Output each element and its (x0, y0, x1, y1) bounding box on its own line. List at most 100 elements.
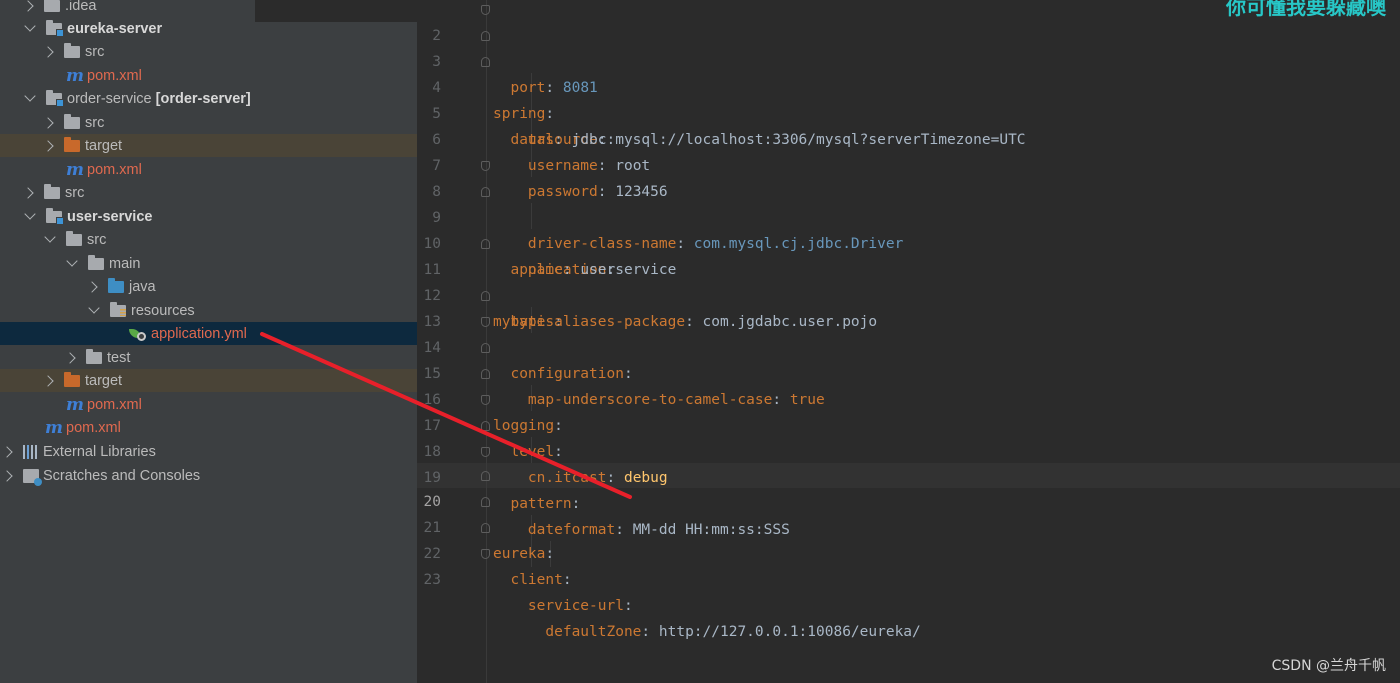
fold-marker-icon[interactable] (481, 523, 490, 533)
tree-item-order-service[interactable]: order-service [order-server] (0, 87, 417, 110)
chevron-down-icon[interactable] (66, 254, 78, 267)
folder-icon (88, 255, 104, 270)
chevron-down-icon[interactable] (24, 207, 36, 220)
tree-item-label: External Libraries (43, 443, 156, 460)
code-text: service-url: (493, 593, 633, 619)
excluded-folder-icon (64, 372, 80, 387)
chevron-right-icon[interactable] (42, 374, 54, 387)
fold-marker-icon[interactable] (481, 471, 490, 481)
code-line[interactable]: 11 mybatis: (417, 231, 1400, 330)
tree-item-src[interactable]: src (0, 228, 417, 251)
chevron-down-icon[interactable] (24, 89, 36, 102)
tree-item-pom-xml[interactable]: m pom.xml (0, 64, 417, 87)
tree-item-label: target (85, 372, 123, 389)
tree-item-scratches[interactable]: Scratches and Consoles (0, 464, 417, 487)
code-line[interactable]: 14 map-underscore-to-camel-case: true (417, 309, 1400, 408)
code-line[interactable]: 4 datasource: (417, 49, 1400, 148)
tree-item-eureka-server[interactable]: eureka-server (0, 17, 417, 40)
tree-item-target[interactable]: target (0, 369, 417, 392)
tree-item-src[interactable]: src (0, 40, 417, 63)
fold-marker-icon[interactable] (481, 343, 490, 353)
fold-marker-icon[interactable] (481, 161, 490, 171)
chevron-right-icon[interactable] (42, 116, 54, 129)
folder-icon (86, 349, 102, 364)
maven-icon: m (66, 394, 84, 415)
fold-marker-icon[interactable] (481, 317, 490, 327)
tree-item-label: src (85, 43, 105, 60)
chevron-right-icon[interactable] (22, 186, 34, 199)
folder-icon (66, 231, 82, 246)
tree-item-src[interactable]: src (0, 181, 417, 204)
tree-item-label: src (87, 231, 107, 248)
module-folder-icon (46, 20, 64, 37)
fold-marker-icon[interactable] (481, 497, 490, 507)
code-line[interactable]: 7 password: 123456 (417, 127, 1400, 200)
tree-item-java[interactable]: java (0, 275, 417, 298)
fold-marker-icon[interactable] (481, 57, 490, 67)
chevron-right-icon[interactable] (22, 0, 34, 12)
chevron-right-icon[interactable] (1, 445, 13, 458)
module-folder-icon (46, 90, 64, 107)
code-line[interactable]: 10 name: userservice (417, 205, 1400, 278)
code-line[interactable]: 18 pattern: (417, 413, 1400, 512)
code-line[interactable]: 17 cn.itcast: debug (417, 387, 1400, 486)
tree-item-pom-xml[interactable]: m pom.xml (0, 393, 417, 416)
code-line[interactable]: 15 logging: (417, 335, 1400, 434)
tree-item-resources[interactable]: resources (0, 299, 417, 322)
tree-item-main[interactable]: main (0, 252, 417, 275)
code-line[interactable]: 6 username: root (417, 101, 1400, 174)
tree-item-user-service[interactable]: user-service (0, 205, 417, 228)
fold-marker-icon[interactable] (481, 5, 490, 15)
tree-item-label: test (107, 349, 131, 366)
code-line[interactable]: 13 configuration: (417, 283, 1400, 382)
code-line[interactable]: 3 spring: (417, 23, 1400, 122)
tree-item-pom-xml[interactable]: m pom.xml (0, 158, 417, 181)
tree-item-external-libraries[interactable]: External Libraries (0, 440, 417, 463)
chevron-right-icon[interactable] (64, 351, 76, 364)
fold-marker-icon[interactable] (481, 239, 490, 249)
tree-item-target[interactable]: target (0, 134, 417, 157)
code-editor[interactable]: 2 port: 8081 3 spring: 4 datasource: 5 u… (417, 0, 1400, 683)
chevron-right-icon[interactable] (42, 45, 54, 58)
spring-yaml-icon (129, 326, 147, 342)
tree-item-idea[interactable]: .idea (0, 0, 417, 17)
code-line[interactable]: 22 service-url: (417, 515, 1400, 614)
chevron-right-icon[interactable] (42, 139, 54, 152)
chevron-right-icon[interactable] (86, 280, 98, 293)
code-line[interactable]: 8 driver-class-name: com.mysql.cj.jdbc.D… (417, 153, 1400, 252)
fold-marker-icon[interactable] (481, 447, 490, 457)
chevron-right-icon[interactable] (1, 469, 13, 482)
fold-marker-icon[interactable] (481, 369, 490, 379)
code-line[interactable]: 16 level: (417, 361, 1400, 460)
yaml-value: http://127.0.0.1:10086/eureka/ (658, 624, 921, 640)
fold-marker-icon[interactable] (481, 187, 490, 197)
yaml-separator: : (623, 598, 633, 614)
yaml-separator: : (641, 624, 659, 640)
code-line[interactable]: 21 client: (417, 489, 1400, 588)
tree-item-src[interactable]: src (0, 111, 417, 134)
fold-marker-icon[interactable] (481, 31, 490, 41)
fold-marker-icon[interactable] (481, 549, 490, 559)
tree-item-label: pom.xml (87, 161, 142, 178)
folder-icon (44, 184, 60, 199)
fold-marker-icon[interactable] (481, 291, 490, 301)
code-line[interactable]: 19 dateformat: MM-dd HH:mm:ss:SSS (417, 439, 1400, 538)
tree-item-label: .idea (65, 0, 97, 14)
code-line[interactable]: 5 url: jdbc:mysql://localhost:3306/mysql… (417, 75, 1400, 148)
tree-item-test[interactable]: test (0, 346, 417, 369)
libraries-icon (23, 444, 39, 459)
tree-item-pom-xml[interactable]: m pom.xml (0, 416, 417, 439)
code-line[interactable]: 9 application: (417, 179, 1400, 278)
code-line[interactable]: 23 defaultZone: http://127.0.0.1:10086/e… (417, 541, 1400, 640)
fold-marker-icon[interactable] (481, 395, 490, 405)
chevron-down-icon[interactable] (88, 301, 100, 314)
chevron-down-icon[interactable] (24, 19, 36, 32)
module-folder-icon (46, 208, 64, 225)
code-line[interactable]: 12 type-aliases-package: com.jgdabc.user… (417, 257, 1400, 330)
chevron-down-icon[interactable] (44, 230, 56, 243)
fold-marker-icon[interactable] (481, 421, 490, 431)
tree-item-application-yml[interactable]: application.yml (0, 322, 417, 345)
line-number: 23 (423, 572, 441, 588)
source-folder-icon (108, 278, 124, 293)
code-line-current[interactable]: 20 eureka: (417, 463, 1400, 562)
